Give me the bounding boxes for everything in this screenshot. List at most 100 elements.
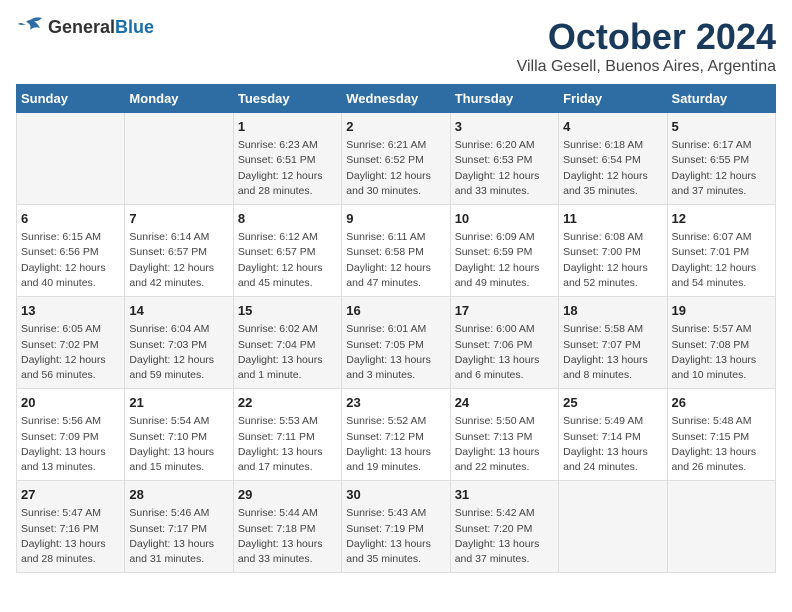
calendar-cell xyxy=(667,481,775,573)
day-info: Sunrise: 6:01 AM Sunset: 7:05 PM Dayligh… xyxy=(346,322,445,383)
calendar-cell: 24Sunrise: 5:50 AM Sunset: 7:13 PM Dayli… xyxy=(450,389,558,481)
calendar-cell: 30Sunrise: 5:43 AM Sunset: 7:19 PM Dayli… xyxy=(342,481,450,573)
weekday-header-tuesday: Tuesday xyxy=(233,85,341,113)
day-number: 19 xyxy=(672,302,771,320)
day-info: Sunrise: 6:07 AM Sunset: 7:01 PM Dayligh… xyxy=(672,230,771,291)
day-number: 8 xyxy=(238,210,337,228)
calendar-cell: 25 Sunrise: 5:49 AM Sunset: 7:14 PM Dayli… xyxy=(559,389,667,481)
calendar-cell: 22 Sunrise: 5:53 AM Sunset: 7:11 PM Dayli… xyxy=(233,389,341,481)
calendar-cell: 15Sunrise: 6:02 AM Sunset: 7:04 PM Dayli… xyxy=(233,297,341,389)
day-info: Sunrise: 5:56 AM Sunset: 7:09 PM Dayligh… xyxy=(21,414,120,475)
calendar-cell: 28 Sunrise: 5:46 AM Sunset: 7:17 PM Dayli… xyxy=(125,481,233,573)
day-info: Sunrise: 6:05 AM Sunset: 7:02 PM Dayligh… xyxy=(21,322,120,383)
weekday-header-saturday: Saturday xyxy=(667,85,775,113)
calendar-cell xyxy=(559,481,667,573)
weekday-header-wednesday: Wednesday xyxy=(342,85,450,113)
weekday-header-sunday: Sunday xyxy=(17,85,125,113)
day-number: 22 xyxy=(238,394,337,412)
calendar-cell: 16Sunrise: 6:01 AM Sunset: 7:05 PM Dayli… xyxy=(342,297,450,389)
day-info: Sunrise: 6:17 AM Sunset: 6:55 PM Dayligh… xyxy=(672,138,771,199)
calendar-cell: 18 Sunrise: 5:58 AM Sunset: 7:07 PM Dayli… xyxy=(559,297,667,389)
day-info: Sunrise: 5:44 AM Sunset: 7:18 PM Dayligh… xyxy=(238,506,337,567)
calendar-cell: 10 Sunrise: 6:09 AM Sunset: 6:59 PM Dayli… xyxy=(450,205,558,297)
calendar-cell: 5 Sunrise: 6:17 AM Sunset: 6:55 PM Daylig… xyxy=(667,113,775,205)
day-number: 3 xyxy=(455,118,554,136)
logo-icon xyxy=(16,16,44,38)
logo: GeneralBlue xyxy=(16,16,154,38)
calendar-cell: 6 Sunrise: 6:15 AM Sunset: 6:56 PM Daylig… xyxy=(17,205,125,297)
day-info: Sunrise: 5:58 AM Sunset: 7:07 PM Dayligh… xyxy=(563,322,662,383)
day-info: Sunrise: 6:04 AM Sunset: 7:03 PM Dayligh… xyxy=(129,322,228,383)
calendar-header: SundayMondayTuesdayWednesdayThursdayFrid… xyxy=(17,85,776,113)
calendar-cell: 12Sunrise: 6:07 AM Sunset: 7:01 PM Dayli… xyxy=(667,205,775,297)
calendar-cell: 14Sunrise: 6:04 AM Sunset: 7:03 PM Dayli… xyxy=(125,297,233,389)
day-number: 21 xyxy=(129,394,228,412)
day-number: 7 xyxy=(129,210,228,228)
calendar-week-row: 13 Sunrise: 6:05 AM Sunset: 7:02 PM Dayli… xyxy=(17,297,776,389)
day-info: Sunrise: 5:48 AM Sunset: 7:15 PM Dayligh… xyxy=(672,414,771,475)
day-number: 5 xyxy=(672,118,771,136)
calendar-cell: 23 Sunrise: 5:52 AM Sunset: 7:12 PM Dayli… xyxy=(342,389,450,481)
calendar-cell: 13 Sunrise: 6:05 AM Sunset: 7:02 PM Dayli… xyxy=(17,297,125,389)
day-info: Sunrise: 5:43 AM Sunset: 7:19 PM Dayligh… xyxy=(346,506,445,567)
calendar-cell: 17 Sunrise: 6:00 AM Sunset: 7:06 PM Dayli… xyxy=(450,297,558,389)
day-info: Sunrise: 6:21 AM Sunset: 6:52 PM Dayligh… xyxy=(346,138,445,199)
day-number: 25 xyxy=(563,394,662,412)
day-number: 20 xyxy=(21,394,120,412)
calendar-cell xyxy=(125,113,233,205)
weekday-header-thursday: Thursday xyxy=(450,85,558,113)
day-info: Sunrise: 6:11 AM Sunset: 6:58 PM Dayligh… xyxy=(346,230,445,291)
calendar-cell: 4 Sunrise: 6:18 AM Sunset: 6:54 PM Daylig… xyxy=(559,113,667,205)
calendar-table: SundayMondayTuesdayWednesdayThursdayFrid… xyxy=(16,84,776,573)
calendar-cell: 1Sunrise: 6:23 AM Sunset: 6:51 PM Daylig… xyxy=(233,113,341,205)
day-info: Sunrise: 6:09 AM Sunset: 6:59 PM Dayligh… xyxy=(455,230,554,291)
day-number: 27 xyxy=(21,486,120,504)
day-info: Sunrise: 6:15 AM Sunset: 6:56 PM Dayligh… xyxy=(21,230,120,291)
day-number: 9 xyxy=(346,210,445,228)
day-number: 17 xyxy=(455,302,554,320)
day-number: 26 xyxy=(672,394,771,412)
calendar-body: 1Sunrise: 6:23 AM Sunset: 6:51 PM Daylig… xyxy=(17,113,776,573)
calendar-cell: 7Sunrise: 6:14 AM Sunset: 6:57 PM Daylig… xyxy=(125,205,233,297)
calendar-cell: 21 Sunrise: 5:54 AM Sunset: 7:10 PM Dayli… xyxy=(125,389,233,481)
logo-general: General xyxy=(48,17,115,37)
day-info: Sunrise: 5:54 AM Sunset: 7:10 PM Dayligh… xyxy=(129,414,228,475)
day-number: 10 xyxy=(455,210,554,228)
day-number: 28 xyxy=(129,486,228,504)
day-number: 2 xyxy=(346,118,445,136)
day-number: 13 xyxy=(21,302,120,320)
day-number: 31 xyxy=(455,486,554,504)
day-info: Sunrise: 5:42 AM Sunset: 7:20 PM Dayligh… xyxy=(455,506,554,567)
day-info: Sunrise: 5:53 AM Sunset: 7:11 PM Dayligh… xyxy=(238,414,337,475)
day-number: 23 xyxy=(346,394,445,412)
day-info: Sunrise: 5:50 AM Sunset: 7:13 PM Dayligh… xyxy=(455,414,554,475)
calendar-cell: 9 Sunrise: 6:11 AM Sunset: 6:58 PM Daylig… xyxy=(342,205,450,297)
calendar-cell: 11Sunrise: 6:08 AM Sunset: 7:00 PM Dayli… xyxy=(559,205,667,297)
day-info: Sunrise: 6:18 AM Sunset: 6:54 PM Dayligh… xyxy=(563,138,662,199)
day-info: Sunrise: 6:12 AM Sunset: 6:57 PM Dayligh… xyxy=(238,230,337,291)
month-title: October 2024 xyxy=(517,16,776,58)
day-info: Sunrise: 5:47 AM Sunset: 7:16 PM Dayligh… xyxy=(21,506,120,567)
calendar-cell: 19Sunrise: 5:57 AM Sunset: 7:08 PM Dayli… xyxy=(667,297,775,389)
calendar-cell: 20 Sunrise: 5:56 AM Sunset: 7:09 PM Dayli… xyxy=(17,389,125,481)
day-number: 18 xyxy=(563,302,662,320)
calendar-cell: 29 Sunrise: 5:44 AM Sunset: 7:18 PM Dayli… xyxy=(233,481,341,573)
calendar-week-row: 27 Sunrise: 5:47 AM Sunset: 7:16 PM Dayli… xyxy=(17,481,776,573)
calendar-cell: 2 Sunrise: 6:21 AM Sunset: 6:52 PM Daylig… xyxy=(342,113,450,205)
day-info: Sunrise: 5:49 AM Sunset: 7:14 PM Dayligh… xyxy=(563,414,662,475)
page-header: GeneralBlue October 2024 Villa Gesell, B… xyxy=(16,16,776,76)
day-info: Sunrise: 5:52 AM Sunset: 7:12 PM Dayligh… xyxy=(346,414,445,475)
calendar-cell: 8 Sunrise: 6:12 AM Sunset: 6:57 PM Daylig… xyxy=(233,205,341,297)
day-number: 6 xyxy=(21,210,120,228)
calendar-week-row: 20 Sunrise: 5:56 AM Sunset: 7:09 PM Dayli… xyxy=(17,389,776,481)
day-info: Sunrise: 6:00 AM Sunset: 7:06 PM Dayligh… xyxy=(455,322,554,383)
day-number: 11 xyxy=(563,210,662,228)
day-info: Sunrise: 6:02 AM Sunset: 7:04 PM Dayligh… xyxy=(238,322,337,383)
day-info: Sunrise: 5:46 AM Sunset: 7:17 PM Dayligh… xyxy=(129,506,228,567)
day-number: 29 xyxy=(238,486,337,504)
calendar-cell: 31 Sunrise: 5:42 AM Sunset: 7:20 PM Dayli… xyxy=(450,481,558,573)
day-info: Sunrise: 6:23 AM Sunset: 6:51 PM Dayligh… xyxy=(238,138,337,199)
day-number: 4 xyxy=(563,118,662,136)
weekday-header-monday: Monday xyxy=(125,85,233,113)
calendar-cell: 26 Sunrise: 5:48 AM Sunset: 7:15 PM Dayli… xyxy=(667,389,775,481)
